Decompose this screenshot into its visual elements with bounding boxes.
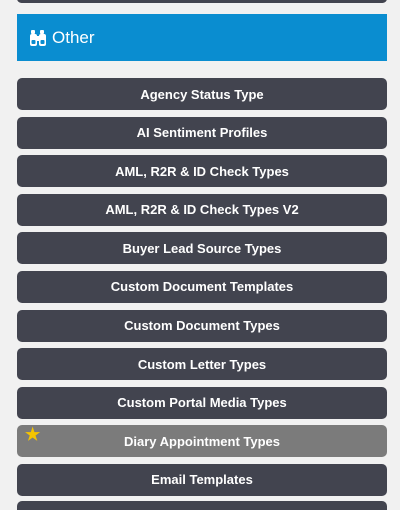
menu-list: Agency Status Type AI Sentiment Profiles… (17, 78, 387, 503)
menu-item-label: Custom Document Templates (110, 279, 294, 295)
page: Other Agency Status Type AI Sentiment Pr… (0, 0, 400, 510)
menu-item-custom-letter-types[interactable]: Custom Letter Types (17, 348, 387, 381)
menu-item-label: Custom Document Types (124, 318, 280, 334)
menu-item-aml-r2r-id-check-types-v2[interactable]: AML, R2R & ID Check Types V2 (17, 193, 387, 226)
menu-item-label: Diary Appointment Types (123, 433, 281, 449)
menu-item-custom-document-templates[interactable]: Custom Document Templates (17, 270, 387, 303)
menu-item-label: Custom Portal Media Types (117, 395, 287, 411)
menu-item-label: Agency Status Type (140, 86, 264, 102)
section-header: Other (17, 14, 387, 61)
menu-item-label: Buyer Lead Source Types (122, 240, 282, 256)
menu-item-label: AML, R2R & ID Check Types (115, 163, 289, 179)
menu-item-ai-sentiment-profiles[interactable]: AI Sentiment Profiles (17, 116, 387, 149)
menu-item-aml-r2r-id-check-types[interactable]: AML, R2R & ID Check Types (17, 155, 387, 188)
binoculars-icon (29, 29, 47, 47)
menu-item-buyer-lead-source-types[interactable]: Buyer Lead Source Types (17, 232, 387, 265)
menu-item-custom-document-types[interactable]: Custom Document Types (17, 309, 387, 342)
menu-item-label: Custom Letter Types (137, 356, 267, 372)
section-title: Other (52, 28, 95, 47)
menu-item-custom-portal-media-types[interactable]: Custom Portal Media Types (17, 386, 387, 419)
menu-item-label: AML, R2R & ID Check Types V2 (105, 202, 299, 218)
previous-menu-item[interactable] (17, 0, 387, 3)
menu-item-agency-status-type[interactable]: Agency Status Type (17, 78, 387, 110)
menu-item-email-templates[interactable]: Email Templates (17, 463, 387, 496)
star-icon[interactable]: ★ (25, 426, 40, 443)
menu-item-label: Email Templates (151, 472, 253, 488)
menu-item-label: AI Sentiment Profiles (136, 125, 268, 141)
menu-item-diary-appointment-types[interactable]: ★ Diary Appointment Types (17, 425, 387, 458)
next-menu-item[interactable] (17, 501, 387, 510)
